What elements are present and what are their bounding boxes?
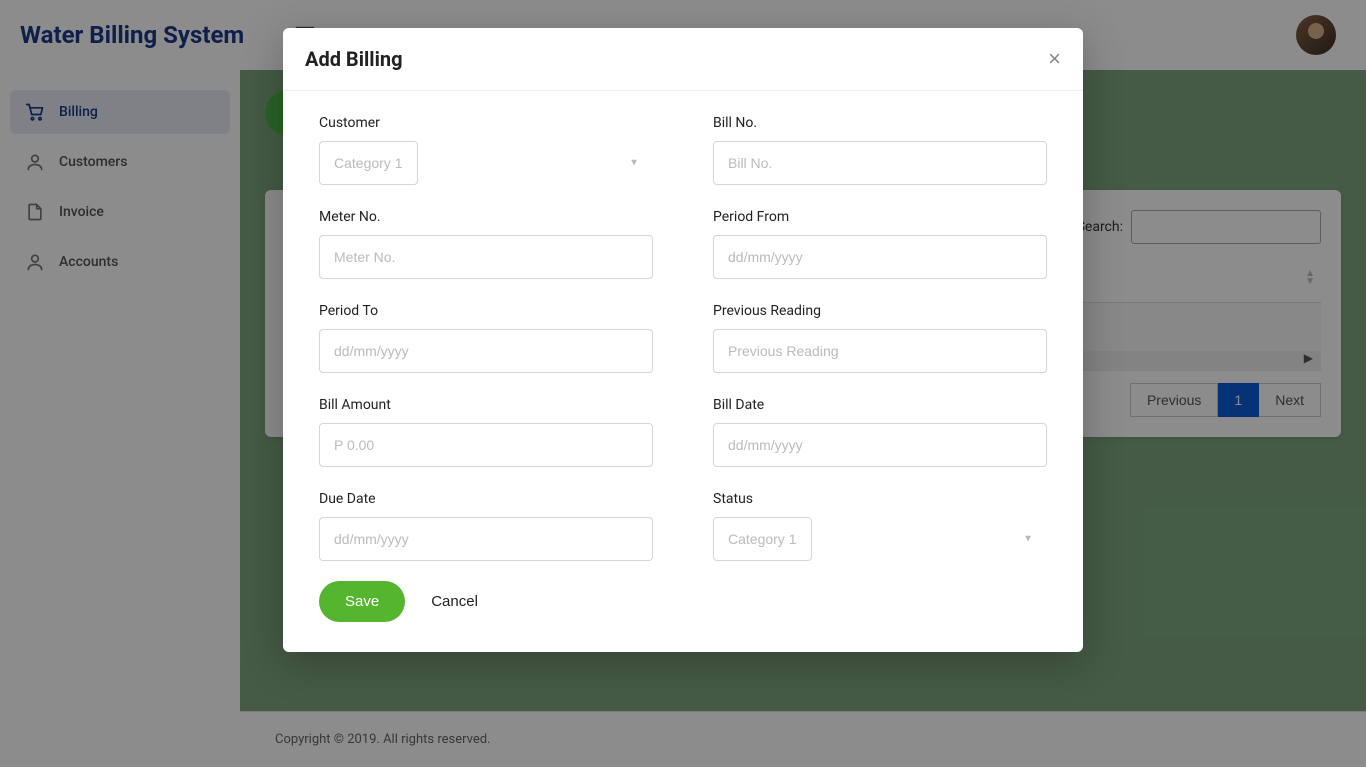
- due-date-input[interactable]: [319, 517, 653, 561]
- label-meter-no: Meter No.: [319, 209, 653, 225]
- customer-select[interactable]: Category 1: [319, 141, 418, 185]
- label-customer: Customer: [319, 115, 653, 131]
- period-from-input[interactable]: [713, 235, 1047, 279]
- meter-no-input[interactable]: [319, 235, 653, 279]
- modal-title: Add Billing: [305, 47, 403, 71]
- previous-reading-input[interactable]: [713, 329, 1047, 373]
- period-to-input[interactable]: [319, 329, 653, 373]
- field-status: Status Category 1: [713, 491, 1047, 561]
- bill-date-input[interactable]: [713, 423, 1047, 467]
- field-period-to: Period To: [319, 303, 653, 373]
- bill-no-input[interactable]: [713, 141, 1047, 185]
- field-due-date: Due Date: [319, 491, 653, 561]
- close-icon[interactable]: ×: [1048, 46, 1061, 72]
- label-bill-amount: Bill Amount: [319, 397, 653, 413]
- field-bill-amount: Bill Amount: [319, 397, 653, 467]
- cancel-button[interactable]: Cancel: [431, 593, 478, 610]
- label-period-to: Period To: [319, 303, 653, 319]
- label-bill-date: Bill Date: [713, 397, 1047, 413]
- add-billing-modal: Add Billing × Customer Category 1 Bill N…: [283, 28, 1083, 652]
- bill-amount-input[interactable]: [319, 423, 653, 467]
- field-customer: Customer Category 1: [319, 115, 653, 185]
- save-button[interactable]: Save: [319, 581, 405, 622]
- field-previous-reading: Previous Reading: [713, 303, 1047, 373]
- field-period-from: Period From: [713, 209, 1047, 279]
- label-period-from: Period From: [713, 209, 1047, 225]
- label-previous-reading: Previous Reading: [713, 303, 1047, 319]
- field-bill-date: Bill Date: [713, 397, 1047, 467]
- modal-overlay[interactable]: Add Billing × Customer Category 1 Bill N…: [0, 0, 1366, 767]
- field-bill-no: Bill No.: [713, 115, 1047, 185]
- label-bill-no: Bill No.: [713, 115, 1047, 131]
- modal-header: Add Billing ×: [283, 28, 1083, 91]
- field-meter-no: Meter No.: [319, 209, 653, 279]
- modal-footer: Save Cancel: [283, 571, 1083, 652]
- label-due-date: Due Date: [319, 491, 653, 507]
- modal-body: Customer Category 1 Bill No. Meter No. P…: [283, 91, 1083, 571]
- status-select[interactable]: Category 1: [713, 517, 812, 561]
- label-status: Status: [713, 491, 1047, 507]
